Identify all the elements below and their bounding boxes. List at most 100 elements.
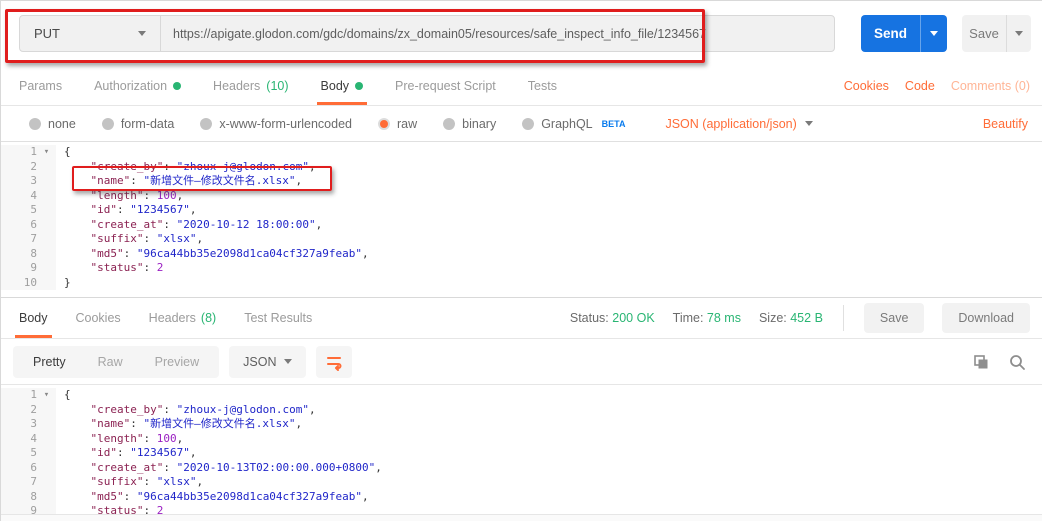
fold-toggle-icon[interactable]: ▾: [37, 388, 56, 403]
line-gutter: 7: [1, 232, 56, 247]
send-button[interactable]: Send: [861, 15, 947, 52]
token-pun: :: [163, 160, 176, 173]
response-tab-cookies[interactable]: Cookies: [76, 298, 121, 338]
token-pun: {: [64, 145, 71, 158]
stat-size: Size: 452 B: [759, 311, 823, 325]
fold-spacer: [37, 461, 56, 476]
line-gutter: 3: [1, 174, 56, 189]
code-text: }: [56, 276, 71, 291]
view-preview[interactable]: Preview: [139, 350, 215, 374]
fold-spacer: [37, 174, 56, 189]
response-stats: Status: 200 OK Time: 78 ms Size: 452 B: [570, 311, 823, 325]
send-button-label[interactable]: Send: [861, 15, 920, 52]
response-tab-headers[interactable]: Headers(8): [149, 298, 217, 338]
line-gutter: 3: [1, 417, 56, 432]
token-pun: :: [130, 417, 143, 430]
code-line: 7 "suffix": "xlsx",: [1, 475, 1042, 490]
save-options-button[interactable]: [1006, 15, 1031, 52]
copy-button[interactable]: [972, 353, 990, 371]
chevron-down-icon: [930, 31, 938, 36]
tab-params[interactable]: Params: [19, 66, 62, 105]
token-str: "2020-10-12 18:00:00": [177, 218, 316, 231]
send-options-button[interactable]: [920, 15, 947, 52]
link-cookies[interactable]: Cookies: [844, 79, 889, 93]
save-button[interactable]: Save: [962, 15, 1031, 52]
token-pun: ,: [309, 403, 316, 416]
wrap-text-button[interactable]: [316, 346, 352, 378]
link-comments-0-[interactable]: Comments (0): [951, 79, 1030, 93]
radio-none[interactable]: none: [29, 117, 76, 131]
token-pun: }: [64, 276, 71, 289]
code-text: "length": 100,: [56, 432, 183, 447]
search-button[interactable]: [1008, 353, 1026, 371]
tab-tests[interactable]: Tests: [528, 66, 557, 105]
response-body-editor[interactable]: 1▾{2 "create_by": "zhoux-j@glodon.com",3…: [1, 384, 1042, 516]
beautify-button[interactable]: Beautify: [983, 117, 1028, 131]
token-pun: ,: [196, 475, 203, 488]
fold-toggle-icon[interactable]: ▾: [37, 145, 56, 160]
radio-icon: [522, 118, 534, 130]
radio-graphql[interactable]: GraphQLBETA: [522, 117, 625, 131]
code-line: 10}: [1, 276, 1042, 291]
save-button-label[interactable]: Save: [962, 15, 1006, 52]
fold-spacer: [37, 160, 56, 175]
code-text: "id": "1234567",: [56, 446, 196, 461]
radio-raw[interactable]: raw: [378, 117, 417, 131]
radio-x-www-form-urlencoded[interactable]: x-www-form-urlencoded: [200, 117, 352, 131]
line-gutter: 4: [1, 432, 56, 447]
view-raw[interactable]: Raw: [82, 350, 139, 374]
scrollbar-track[interactable]: [1, 514, 1042, 521]
response-tab-test-results[interactable]: Test Results: [244, 298, 312, 338]
token-pun: ,: [362, 490, 369, 503]
code-line: 1▾ {: [1, 145, 1042, 160]
tab-label: Pre-request Script: [395, 79, 496, 93]
token-str: "2020-10-13T02:00:00.000+0800": [177, 461, 376, 474]
code-line: 4 "length": 100,: [1, 432, 1042, 447]
tab-body[interactable]: Body: [321, 66, 364, 105]
response-tab-label: Body: [19, 311, 48, 325]
radio-form-data[interactable]: form-data: [102, 117, 175, 131]
token-pun: :: [124, 247, 137, 260]
response-save-button[interactable]: Save: [864, 303, 925, 333]
response-tab-body[interactable]: Body: [19, 298, 48, 338]
radio-icon: [443, 118, 455, 130]
token-num: 100: [157, 189, 177, 202]
status-dot-icon: [173, 82, 181, 90]
tab-pre-request-script[interactable]: Pre-request Script: [395, 66, 496, 105]
line-number: 5: [1, 446, 37, 461]
response-toolbar-icons: [972, 353, 1026, 371]
stat-value: 200 OK: [612, 311, 654, 325]
line-number: 3: [1, 417, 37, 432]
response-download-button[interactable]: Download: [942, 303, 1030, 333]
fold-spacer: [37, 490, 56, 505]
request-body-editor[interactable]: 1▾{2 "create_by": "zhoux-j@glodon.com",3…: [1, 141, 1042, 297]
token-str: "zhoux-j@glodon.com": [177, 403, 309, 416]
stat-status: Status: 200 OK: [570, 311, 655, 325]
tab-headers[interactable]: Headers(10): [213, 66, 288, 105]
url-input[interactable]: [161, 16, 834, 51]
code-line: 8 "md5": "96ca44bb35e2098d1ca04cf327a9fe…: [1, 247, 1042, 262]
code-text: "create_by": "zhoux-j@glodon.com",: [56, 403, 316, 418]
line-gutter: 5: [1, 446, 56, 461]
copy-icon: [972, 353, 990, 371]
content-type-dropdown[interactable]: JSON (application/json): [665, 117, 812, 131]
line-gutter: 8: [1, 490, 56, 505]
tab-authorization[interactable]: Authorization: [94, 66, 181, 105]
response-format-dropdown[interactable]: JSON: [229, 346, 306, 378]
radio-label: binary: [462, 117, 496, 131]
line-number: 1: [1, 145, 37, 160]
code-line: 8 "md5": "96ca44bb35e2098d1ca04cf327a9fe…: [1, 490, 1042, 505]
method-dropdown[interactable]: PUT: [20, 16, 161, 51]
line-number: 8: [1, 247, 37, 262]
stat-time: Time: 78 ms: [673, 311, 741, 325]
view-pretty[interactable]: Pretty: [17, 350, 82, 374]
fold-spacer: [37, 475, 56, 490]
response-format-label: JSON: [243, 355, 276, 369]
radio-icon: [200, 118, 212, 130]
line-number: 7: [1, 475, 37, 490]
search-icon: [1008, 353, 1026, 371]
token-pun: :: [143, 432, 156, 445]
link-code[interactable]: Code: [905, 79, 935, 93]
stat-label: Time:: [673, 311, 707, 325]
radio-binary[interactable]: binary: [443, 117, 496, 131]
